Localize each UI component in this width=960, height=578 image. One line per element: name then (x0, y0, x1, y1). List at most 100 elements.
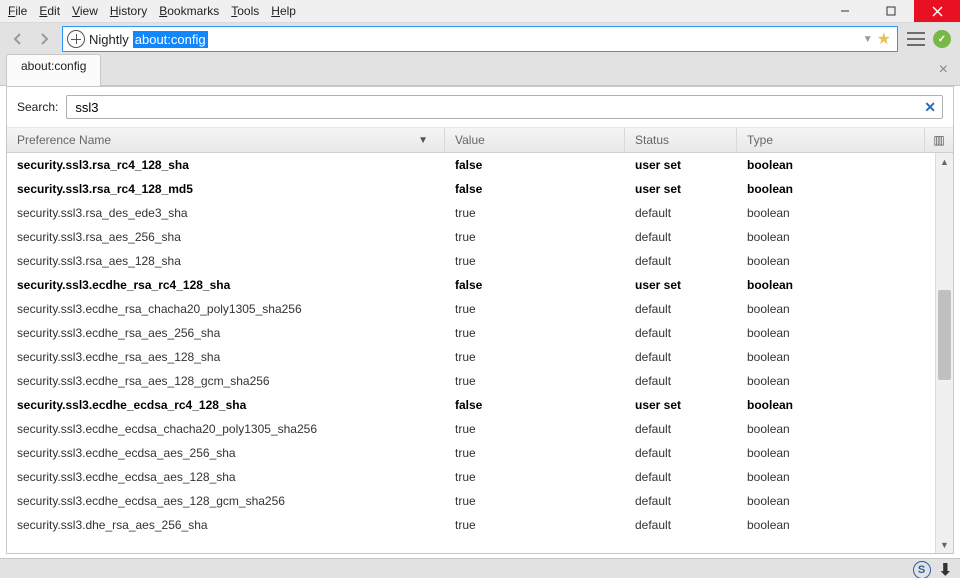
pref-row[interactable]: security.ssl3.rsa_des_ede3_shatruedefaul… (7, 201, 935, 225)
pref-type: boolean (737, 350, 935, 364)
pref-status: default (625, 254, 737, 268)
pref-row[interactable]: security.ssl3.ecdhe_rsa_aes_128_gcm_sha2… (7, 369, 935, 393)
pref-value: true (445, 230, 625, 244)
pref-status: default (625, 326, 737, 340)
pref-row[interactable]: security.ssl3.ecdhe_ecdsa_aes_128_gcm_sh… (7, 489, 935, 513)
search-input[interactable] (73, 99, 924, 116)
pref-list: security.ssl3.rsa_rc4_128_shafalseuser s… (7, 153, 953, 553)
menu-history[interactable]: History (110, 4, 147, 18)
pref-value: false (445, 182, 625, 196)
pref-value: true (445, 470, 625, 484)
pref-type: boolean (737, 182, 935, 196)
pref-status: default (625, 374, 737, 388)
pref-name: security.ssl3.rsa_rc4_128_sha (7, 158, 445, 172)
menu-view[interactable]: View (72, 4, 98, 18)
window-controls (822, 0, 960, 22)
pref-name: security.ssl3.ecdhe_rsa_aes_256_sha (7, 326, 445, 340)
pref-status: default (625, 302, 737, 316)
pref-row[interactable]: security.ssl3.ecdhe_rsa_aes_256_shatrued… (7, 321, 935, 345)
pref-row[interactable]: security.ssl3.rsa_rc4_128_md5falseuser s… (7, 177, 935, 201)
pref-name: security.ssl3.rsa_aes_128_sha (7, 254, 445, 268)
pref-name: security.ssl3.ecdhe_rsa_rc4_128_sha (7, 278, 445, 292)
bookmark-star-icon[interactable]: ★ (877, 29, 891, 49)
search-label: Search: (17, 100, 58, 114)
pref-name: security.ssl3.ecdhe_rsa_aes_128_sha (7, 350, 445, 364)
pref-row[interactable]: security.ssl3.ecdhe_rsa_chacha20_poly130… (7, 297, 935, 321)
menu-edit[interactable]: Edit (39, 4, 60, 18)
pref-name: security.ssl3.ecdhe_ecdsa_rc4_128_sha (7, 398, 445, 412)
pref-type: boolean (737, 278, 935, 292)
security-shield-icon[interactable]: ✓ (930, 27, 954, 51)
scroll-down-icon[interactable]: ▼ (936, 536, 953, 553)
url-text: about:config (133, 31, 208, 48)
sort-desc-icon: ▼ (418, 135, 428, 146)
col-header-status[interactable]: Status (625, 128, 737, 152)
close-button[interactable] (914, 0, 960, 22)
pref-name: security.ssl3.ecdhe_ecdsa_aes_128_sha (7, 470, 445, 484)
pref-type: boolean (737, 518, 935, 532)
pref-row[interactable]: security.ssl3.ecdhe_ecdsa_aes_256_shatru… (7, 441, 935, 465)
pref-rows: security.ssl3.rsa_rc4_128_shafalseuser s… (7, 153, 935, 553)
pref-name: security.ssl3.rsa_des_ede3_sha (7, 206, 445, 220)
col-header-type[interactable]: Type (737, 128, 925, 152)
titlebar: File Edit View History Bookmarks Tools Help (0, 0, 960, 23)
pref-row[interactable]: security.ssl3.ecdhe_rsa_aes_128_shatrued… (7, 345, 935, 369)
menubar: File Edit View History Bookmarks Tools Help (8, 4, 296, 18)
pref-row[interactable]: security.ssl3.ecdhe_ecdsa_aes_128_shatru… (7, 465, 935, 489)
globe-icon (67, 30, 85, 48)
pref-status: user set (625, 398, 737, 412)
pref-value: false (445, 398, 625, 412)
pref-row[interactable]: security.ssl3.dhe_rsa_aes_256_shatruedef… (7, 513, 935, 537)
pref-status: user set (625, 182, 737, 196)
pref-status: default (625, 206, 737, 220)
back-button[interactable] (6, 27, 30, 51)
pref-status: default (625, 446, 737, 460)
pref-value: true (445, 254, 625, 268)
search-box[interactable]: ✕ (66, 95, 943, 119)
tab-close-icon[interactable]: × (939, 61, 948, 79)
pref-name: security.ssl3.rsa_rc4_128_md5 (7, 182, 445, 196)
pref-name: security.ssl3.rsa_aes_256_sha (7, 230, 445, 244)
pref-value: true (445, 326, 625, 340)
menu-file[interactable]: File (8, 4, 27, 18)
menu-tools[interactable]: Tools (231, 4, 259, 18)
scroll-track[interactable] (936, 170, 953, 536)
scroll-up-icon[interactable]: ▲ (936, 153, 953, 170)
pref-type: boolean (737, 326, 935, 340)
pref-value: true (445, 422, 625, 436)
pref-status: default (625, 518, 737, 532)
col-header-name[interactable]: Preference Name▼ (7, 128, 445, 152)
tab-about-config[interactable]: about:config (6, 54, 101, 86)
pref-type: boolean (737, 254, 935, 268)
col-header-value[interactable]: Value (445, 128, 625, 152)
status-download-icon[interactable]: ⬇ (939, 560, 952, 578)
maximize-button[interactable] (868, 0, 914, 22)
column-picker-icon[interactable]: ▥ (925, 128, 953, 152)
pref-row[interactable]: security.ssl3.ecdhe_rsa_rc4_128_shafalse… (7, 273, 935, 297)
menu-button[interactable] (904, 27, 928, 51)
search-row: Search: ✕ (7, 87, 953, 128)
menu-help[interactable]: Help (271, 4, 296, 18)
url-bar[interactable]: Nightly about:config ▼ ★ (62, 26, 898, 52)
minimize-button[interactable] (822, 0, 868, 22)
pref-row[interactable]: security.ssl3.rsa_rc4_128_shafalseuser s… (7, 153, 935, 177)
pref-row[interactable]: security.ssl3.ecdhe_ecdsa_rc4_128_shafal… (7, 393, 935, 417)
pref-type: boolean (737, 494, 935, 508)
nav-toolbar: Nightly about:config ▼ ★ ✓ (0, 23, 960, 55)
content-area: Search: ✕ Preference Name▼ Value Status … (6, 86, 954, 554)
menu-bookmarks[interactable]: Bookmarks (159, 4, 219, 18)
pref-status: default (625, 494, 737, 508)
identity-label: Nightly (89, 32, 129, 47)
pref-row[interactable]: security.ssl3.rsa_aes_128_shatruedefault… (7, 249, 935, 273)
pref-status: user set (625, 278, 737, 292)
scrollbar[interactable]: ▲ ▼ (935, 153, 953, 553)
forward-button[interactable] (32, 27, 56, 51)
pref-value: true (445, 302, 625, 316)
scroll-thumb[interactable] (938, 290, 951, 380)
status-s-icon[interactable]: S (913, 561, 931, 578)
dropdown-icon[interactable]: ▼ (863, 34, 873, 45)
pref-row[interactable]: security.ssl3.ecdhe_ecdsa_chacha20_poly1… (7, 417, 935, 441)
clear-search-icon[interactable]: ✕ (924, 99, 936, 116)
pref-row[interactable]: security.ssl3.rsa_aes_256_shatruedefault… (7, 225, 935, 249)
pref-status: default (625, 470, 737, 484)
